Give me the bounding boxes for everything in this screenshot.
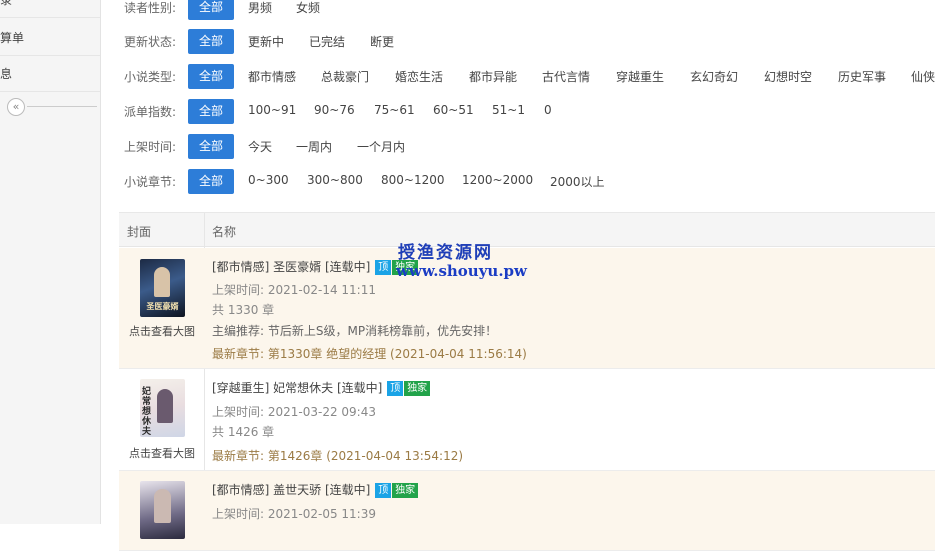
book-title[interactable]: [都市情感] 盖世天骄 [连载中]	[212, 483, 370, 497]
filter-label: 更新状态:	[124, 35, 177, 49]
watermark-title: 授渔资源网	[398, 243, 493, 263]
book-title[interactable]: [穿越重生] 妃常想休夫 [连载中]	[212, 381, 382, 395]
book-cover[interactable]: 圣医豪婿	[140, 259, 185, 317]
book-cover[interactable]: 妃常想休夫	[140, 379, 185, 437]
option-type[interactable]: 都市情感	[248, 68, 296, 85]
exclusive-badge: 独家	[404, 381, 431, 396]
option-week[interactable]: 一周内	[296, 138, 332, 155]
divider	[27, 106, 97, 107]
option-index[interactable]: 60~51	[433, 103, 474, 117]
view-cover-link[interactable]: 点击查看大图	[129, 323, 195, 339]
option-type[interactable]: 历史军事	[838, 68, 886, 85]
option-index[interactable]: 100~91	[248, 103, 296, 117]
option-female[interactable]: 女频	[296, 0, 320, 16]
table-row: 妃常想休夫 点击查看大图 [穿越重生] 妃常想休夫 [连载中] 顶独家 上架时间…	[119, 369, 935, 471]
latest-chapter[interactable]: 最新章节: 第1426章 (2021-04-04 13:54:12)	[212, 447, 463, 464]
sidebar-item-label: 信息	[0, 67, 13, 81]
cover-title: 妃常想休夫	[142, 387, 152, 437]
cover-figure	[154, 267, 170, 297]
option-all[interactable]: 全部	[188, 169, 235, 194]
sidebar-item-label: 结算单	[0, 31, 25, 45]
editor-recommendation: 主编推荐: 节后新上S级，MP消耗榜靠前，优先安排！	[212, 324, 498, 338]
table-row: 圣医豪婿 点击查看大图 [都市情感] 圣医豪婿 [连载中] 顶独家 上架时间: …	[119, 248, 935, 369]
filter-label: 小说章节:	[124, 175, 177, 189]
exclusive-badge: 独家	[392, 483, 419, 498]
filter-label: 上架时间:	[124, 140, 177, 154]
collapse-icon[interactable]: «	[7, 98, 25, 116]
option-male[interactable]: 男频	[248, 0, 272, 16]
option-month[interactable]: 一个月内	[357, 138, 405, 155]
option-all[interactable]: 全部	[188, 0, 235, 20]
option-index[interactable]: 75~61	[374, 103, 415, 117]
sidebar-item-label: 记录	[0, 0, 13, 7]
table-header: 封面 名称	[119, 213, 935, 247]
option-type[interactable]: 都市异能	[469, 68, 517, 85]
listed-time: 上架时间: 2021-02-14 11:11	[212, 283, 376, 297]
chapter-count: 共 1426 章	[212, 425, 275, 439]
option-type[interactable]: 古代言情	[542, 68, 590, 85]
listed-time: 上架时间: 2021-03-22 09:43	[212, 405, 376, 419]
option-stopped[interactable]: 断更	[370, 33, 394, 50]
option-index[interactable]: 0	[544, 103, 552, 117]
option-all[interactable]: 全部	[188, 134, 235, 159]
option-chapters[interactable]: 2000以上	[550, 173, 605, 190]
option-completed[interactable]: 已完结	[309, 33, 345, 50]
cover-figure	[154, 489, 171, 523]
column-header-name: 名称	[212, 225, 237, 239]
option-type[interactable]: 仙侠	[911, 68, 935, 85]
cover-figure	[157, 389, 173, 423]
option-type[interactable]: 幻想时空	[764, 68, 812, 85]
filter-label: 派单指数:	[124, 105, 177, 119]
book-title-line: [都市情感] 圣医豪婿 [连载中] 顶独家	[212, 258, 419, 275]
option-index[interactable]: 51~1	[492, 103, 525, 117]
top-badge: 顶	[375, 260, 392, 275]
sidebar: 记录 结算单 信息 «	[0, 0, 101, 524]
top-badge: 顶	[387, 381, 404, 396]
sidebar-item-info[interactable]: 信息	[0, 56, 100, 92]
option-index[interactable]: 90~76	[314, 103, 355, 117]
option-type[interactable]: 婚恋生活	[395, 68, 443, 85]
option-updating[interactable]: 更新中	[248, 33, 284, 50]
option-chapters[interactable]: 800~1200	[381, 173, 445, 187]
column-header-cover: 封面	[127, 225, 152, 239]
filter-label: 读者性别:	[124, 1, 177, 15]
chapter-count: 共 1330 章	[212, 303, 275, 317]
novel-table: 封面 名称 圣医豪婿 点击查看大图 [都市情感] 圣医豪婿 [连载中] 顶独家 …	[119, 212, 935, 551]
listed-time: 上架时间: 2021-02-05 11:39	[212, 507, 376, 521]
option-all[interactable]: 全部	[188, 99, 235, 124]
option-all[interactable]: 全部	[188, 29, 235, 54]
option-chapters[interactable]: 1200~2000	[462, 173, 533, 187]
option-type[interactable]: 穿越重生	[616, 68, 664, 85]
option-chapters[interactable]: 0~300	[248, 173, 289, 187]
watermark-url: www.shouyu.pw	[396, 262, 527, 280]
book-title-line: [穿越重生] 妃常想休夫 [连载中] 顶独家	[212, 379, 431, 396]
book-cover[interactable]	[140, 481, 185, 539]
option-chapters[interactable]: 300~800	[307, 173, 363, 187]
sidebar-item-settlement[interactable]: 结算单	[0, 20, 100, 56]
book-title[interactable]: [都市情感] 圣医豪婿 [连载中]	[212, 260, 370, 274]
book-title-line: [都市情感] 盖世天骄 [连载中] 顶独家	[212, 481, 419, 498]
option-type[interactable]: 总裁豪门	[321, 68, 369, 85]
option-type[interactable]: 玄幻奇幻	[690, 68, 738, 85]
latest-chapter[interactable]: 最新章节: 第1330章 绝望的经理 (2021-04-04 11:56:14)	[212, 345, 527, 362]
sidebar-item-records[interactable]: 记录	[0, 0, 100, 18]
view-cover-link[interactable]: 点击查看大图	[129, 445, 195, 461]
sidebar-collapse: «	[0, 96, 100, 120]
option-all[interactable]: 全部	[188, 64, 235, 89]
cover-title: 圣医豪婿	[146, 302, 179, 311]
top-badge: 顶	[375, 483, 392, 498]
filter-label: 小说类型:	[124, 70, 177, 84]
option-today[interactable]: 今天	[248, 138, 272, 155]
table-row: [都市情感] 盖世天骄 [连载中] 顶独家 上架时间: 2021-02-05 1…	[119, 471, 935, 551]
